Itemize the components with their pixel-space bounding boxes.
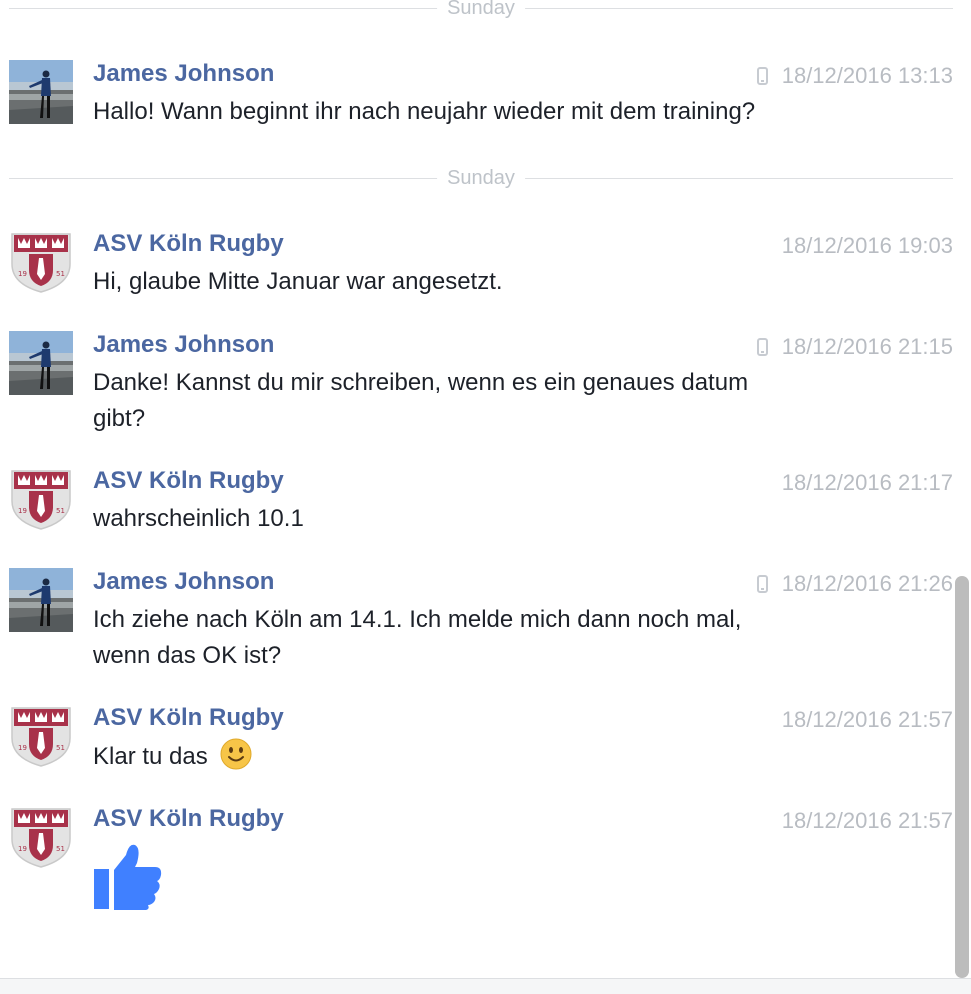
thumbs-up-icon <box>93 843 163 916</box>
avatar[interactable] <box>9 805 73 869</box>
message-text: Danke! Kannst du mir schreiben, wenn es … <box>93 365 853 437</box>
date-divider-label: Sunday <box>437 0 525 18</box>
message-timestamp: 18/12/2016 21:17 <box>781 470 953 495</box>
message-timestamp: 18/12/2016 21:26 <box>781 571 953 596</box>
conversation-thread: Sunday James Johnson 18/12/2016 13:13 Ha… <box>0 0 971 978</box>
sender-name[interactable]: ASV Köln Rugby <box>93 704 284 732</box>
sender-name[interactable]: James Johnson <box>93 568 274 596</box>
message-timestamp: 18/12/2016 21:57 <box>781 808 953 833</box>
avatar[interactable] <box>9 704 73 768</box>
message-timestamp-row: 18/12/2016 19:03 <box>782 232 953 260</box>
message-timestamp: 18/12/2016 19:03 <box>781 233 953 258</box>
message-text: Hi, glaube Mitte Januar war angesetzt. <box>93 268 503 295</box>
mobile-phone-icon <box>756 67 768 85</box>
message-text-line: Ich ziehe nach Köln am 14.1. Ich melde m… <box>93 606 742 633</box>
message-timestamp-row: 18/12/2016 21:57 <box>782 807 953 835</box>
avatar[interactable] <box>9 230 73 294</box>
sender-name[interactable]: James Johnson <box>93 60 274 88</box>
avatar[interactable] <box>9 331 73 395</box>
avatar[interactable] <box>9 467 73 531</box>
message-text: Klar tu das <box>93 738 853 781</box>
smiley-face-icon <box>220 738 252 781</box>
message-timestamp-row: 18/12/2016 21:26 <box>756 570 953 598</box>
sender-name[interactable]: ASV Köln Rugby <box>93 467 284 495</box>
date-divider: Sunday <box>9 0 953 18</box>
message-timestamp: 18/12/2016 13:13 <box>781 63 953 88</box>
message-text-line: Danke! Kannst du mir schreiben, wenn es … <box>93 369 749 396</box>
avatar[interactable] <box>9 60 73 124</box>
sender-name[interactable]: ASV Köln Rugby <box>93 805 284 833</box>
message-text: Hallo! Wann beginnt ihr nach neujahr wie… <box>93 98 756 125</box>
message-timestamp-row: 18/12/2016 21:15 <box>756 333 953 361</box>
sender-name[interactable]: James Johnson <box>93 331 274 359</box>
mobile-phone-icon <box>756 575 768 593</box>
message-timestamp-row: 18/12/2016 21:17 <box>782 469 953 497</box>
composer-area-top <box>0 978 971 994</box>
sender-name[interactable]: ASV Köln Rugby <box>93 230 284 258</box>
avatar[interactable] <box>9 568 73 632</box>
date-divider: Sunday <box>9 168 953 188</box>
message-timestamp-row: 18/12/2016 13:13 <box>756 62 953 90</box>
message-timestamp: 18/12/2016 21:15 <box>781 334 953 359</box>
message-timestamp-row: 18/12/2016 21:57 <box>782 706 953 734</box>
mobile-phone-icon <box>756 338 768 356</box>
scrollbar-thumb[interactable] <box>955 576 969 978</box>
message-timestamp: 18/12/2016 21:57 <box>781 707 953 732</box>
message-text: wahrscheinlich 10.1 <box>93 505 304 532</box>
message-text-line: gibt? <box>93 405 146 432</box>
date-divider-label: Sunday <box>437 168 525 188</box>
message-text: Ich ziehe nach Köln am 14.1. Ich melde m… <box>93 602 853 674</box>
message-text-content: Klar tu das <box>93 743 208 770</box>
message-text-line: wenn das OK ist? <box>93 642 282 669</box>
